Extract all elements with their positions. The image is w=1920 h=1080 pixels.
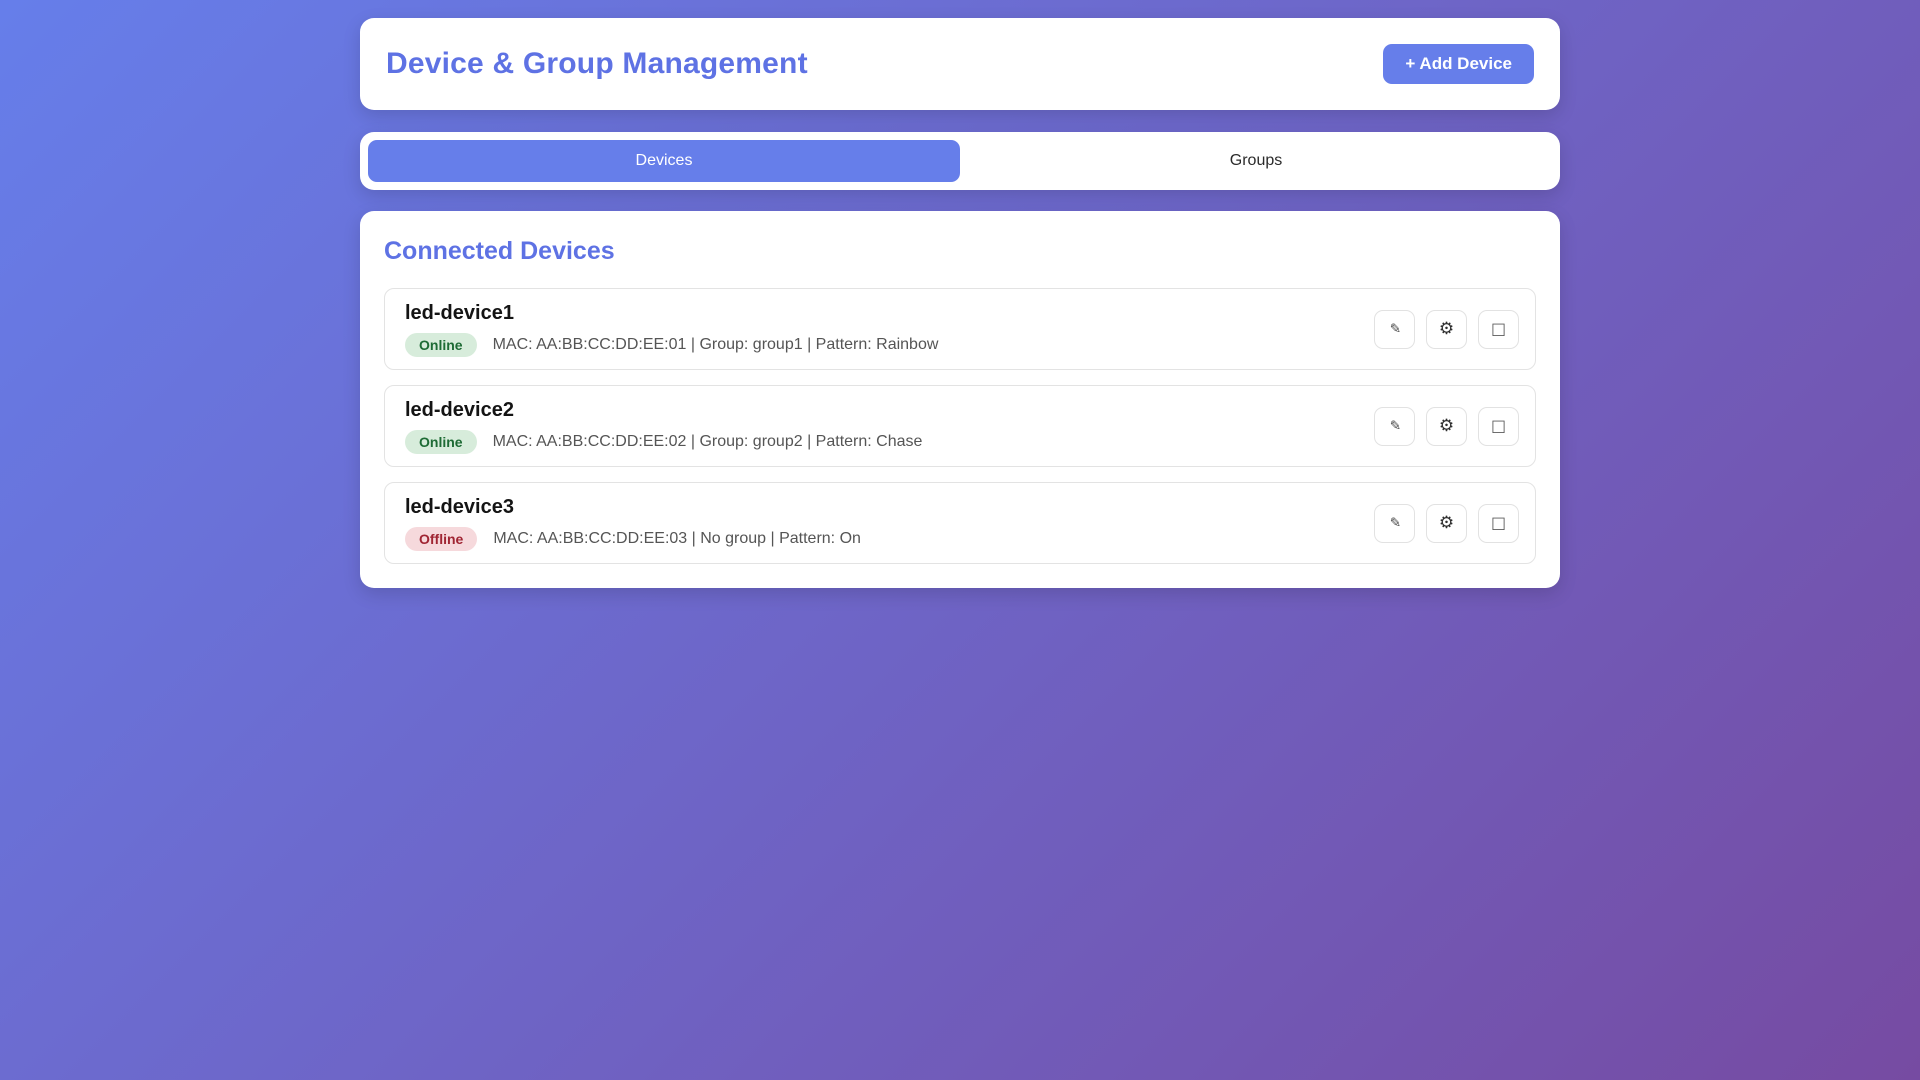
- device-meta: Offline MAC: AA:BB:CC:DD:EE:03 | No grou…: [405, 527, 861, 551]
- edit-device-button[interactable]: ✏︎: [1374, 407, 1415, 446]
- device-meta: Online MAC: AA:BB:CC:DD:EE:01 | Group: g…: [405, 333, 938, 357]
- square-icon: □: [1491, 321, 1506, 337]
- device-details: led-device3 Offline MAC: AA:BB:CC:DD:EE:…: [405, 496, 861, 551]
- device-card: led-device2 Online MAC: AA:BB:CC:DD:EE:0…: [384, 385, 1536, 467]
- status-badge: Online: [405, 430, 477, 454]
- device-name: led-device1: [405, 302, 938, 325]
- panel-heading: Connected Devices: [384, 237, 1536, 266]
- add-device-button[interactable]: + Add Device: [1383, 44, 1534, 84]
- device-name: led-device3: [405, 496, 861, 519]
- status-badge: Online: [405, 333, 477, 357]
- header-card: Device & Group Management + Add Device: [360, 18, 1560, 110]
- device-info: MAC: AA:BB:CC:DD:EE:01 | Group: group1 |…: [493, 336, 939, 354]
- connected-devices-panel: Connected Devices led-device1 Online MAC…: [360, 211, 1560, 588]
- edit-device-button[interactable]: ✏︎: [1374, 310, 1415, 349]
- gear-icon: ⚙︎: [1439, 418, 1454, 435]
- square-icon: □: [1491, 418, 1506, 434]
- tab-bar: Devices Groups: [360, 132, 1560, 190]
- page-container: Device & Group Management + Add Device D…: [360, 0, 1560, 588]
- device-actions: ✏︎ ⚙︎ □: [1374, 407, 1519, 446]
- pencil-icon: ✏︎: [1385, 514, 1403, 532]
- device-info: MAC: AA:BB:CC:DD:EE:03 | No group | Patt…: [493, 530, 861, 548]
- device-actions: ✏︎ ⚙︎ □: [1374, 310, 1519, 349]
- device-card: led-device3 Offline MAC: AA:BB:CC:DD:EE:…: [384, 482, 1536, 564]
- page-title: Device & Group Management: [386, 47, 808, 81]
- power-device-button[interactable]: □: [1478, 407, 1519, 446]
- pencil-icon: ✏︎: [1385, 320, 1403, 338]
- device-details: led-device2 Online MAC: AA:BB:CC:DD:EE:0…: [405, 399, 922, 454]
- device-info: MAC: AA:BB:CC:DD:EE:02 | Group: group2 |…: [493, 433, 923, 451]
- pencil-icon: ✏︎: [1385, 417, 1403, 435]
- square-icon: □: [1491, 515, 1506, 531]
- power-device-button[interactable]: □: [1478, 310, 1519, 349]
- status-badge: Offline: [405, 527, 477, 551]
- settings-device-button[interactable]: ⚙︎: [1426, 504, 1467, 543]
- device-details: led-device1 Online MAC: AA:BB:CC:DD:EE:0…: [405, 302, 938, 357]
- edit-device-button[interactable]: ✏︎: [1374, 504, 1415, 543]
- device-actions: ✏︎ ⚙︎ □: [1374, 504, 1519, 543]
- device-list: led-device1 Online MAC: AA:BB:CC:DD:EE:0…: [384, 288, 1536, 564]
- gear-icon: ⚙︎: [1439, 515, 1454, 532]
- device-meta: Online MAC: AA:BB:CC:DD:EE:02 | Group: g…: [405, 430, 922, 454]
- device-name: led-device2: [405, 399, 922, 422]
- tab-devices[interactable]: Devices: [368, 140, 960, 182]
- settings-device-button[interactable]: ⚙︎: [1426, 407, 1467, 446]
- tab-groups[interactable]: Groups: [960, 140, 1552, 182]
- gear-icon: ⚙︎: [1439, 321, 1454, 338]
- device-card: led-device1 Online MAC: AA:BB:CC:DD:EE:0…: [384, 288, 1536, 370]
- power-device-button[interactable]: □: [1478, 504, 1519, 543]
- settings-device-button[interactable]: ⚙︎: [1426, 310, 1467, 349]
